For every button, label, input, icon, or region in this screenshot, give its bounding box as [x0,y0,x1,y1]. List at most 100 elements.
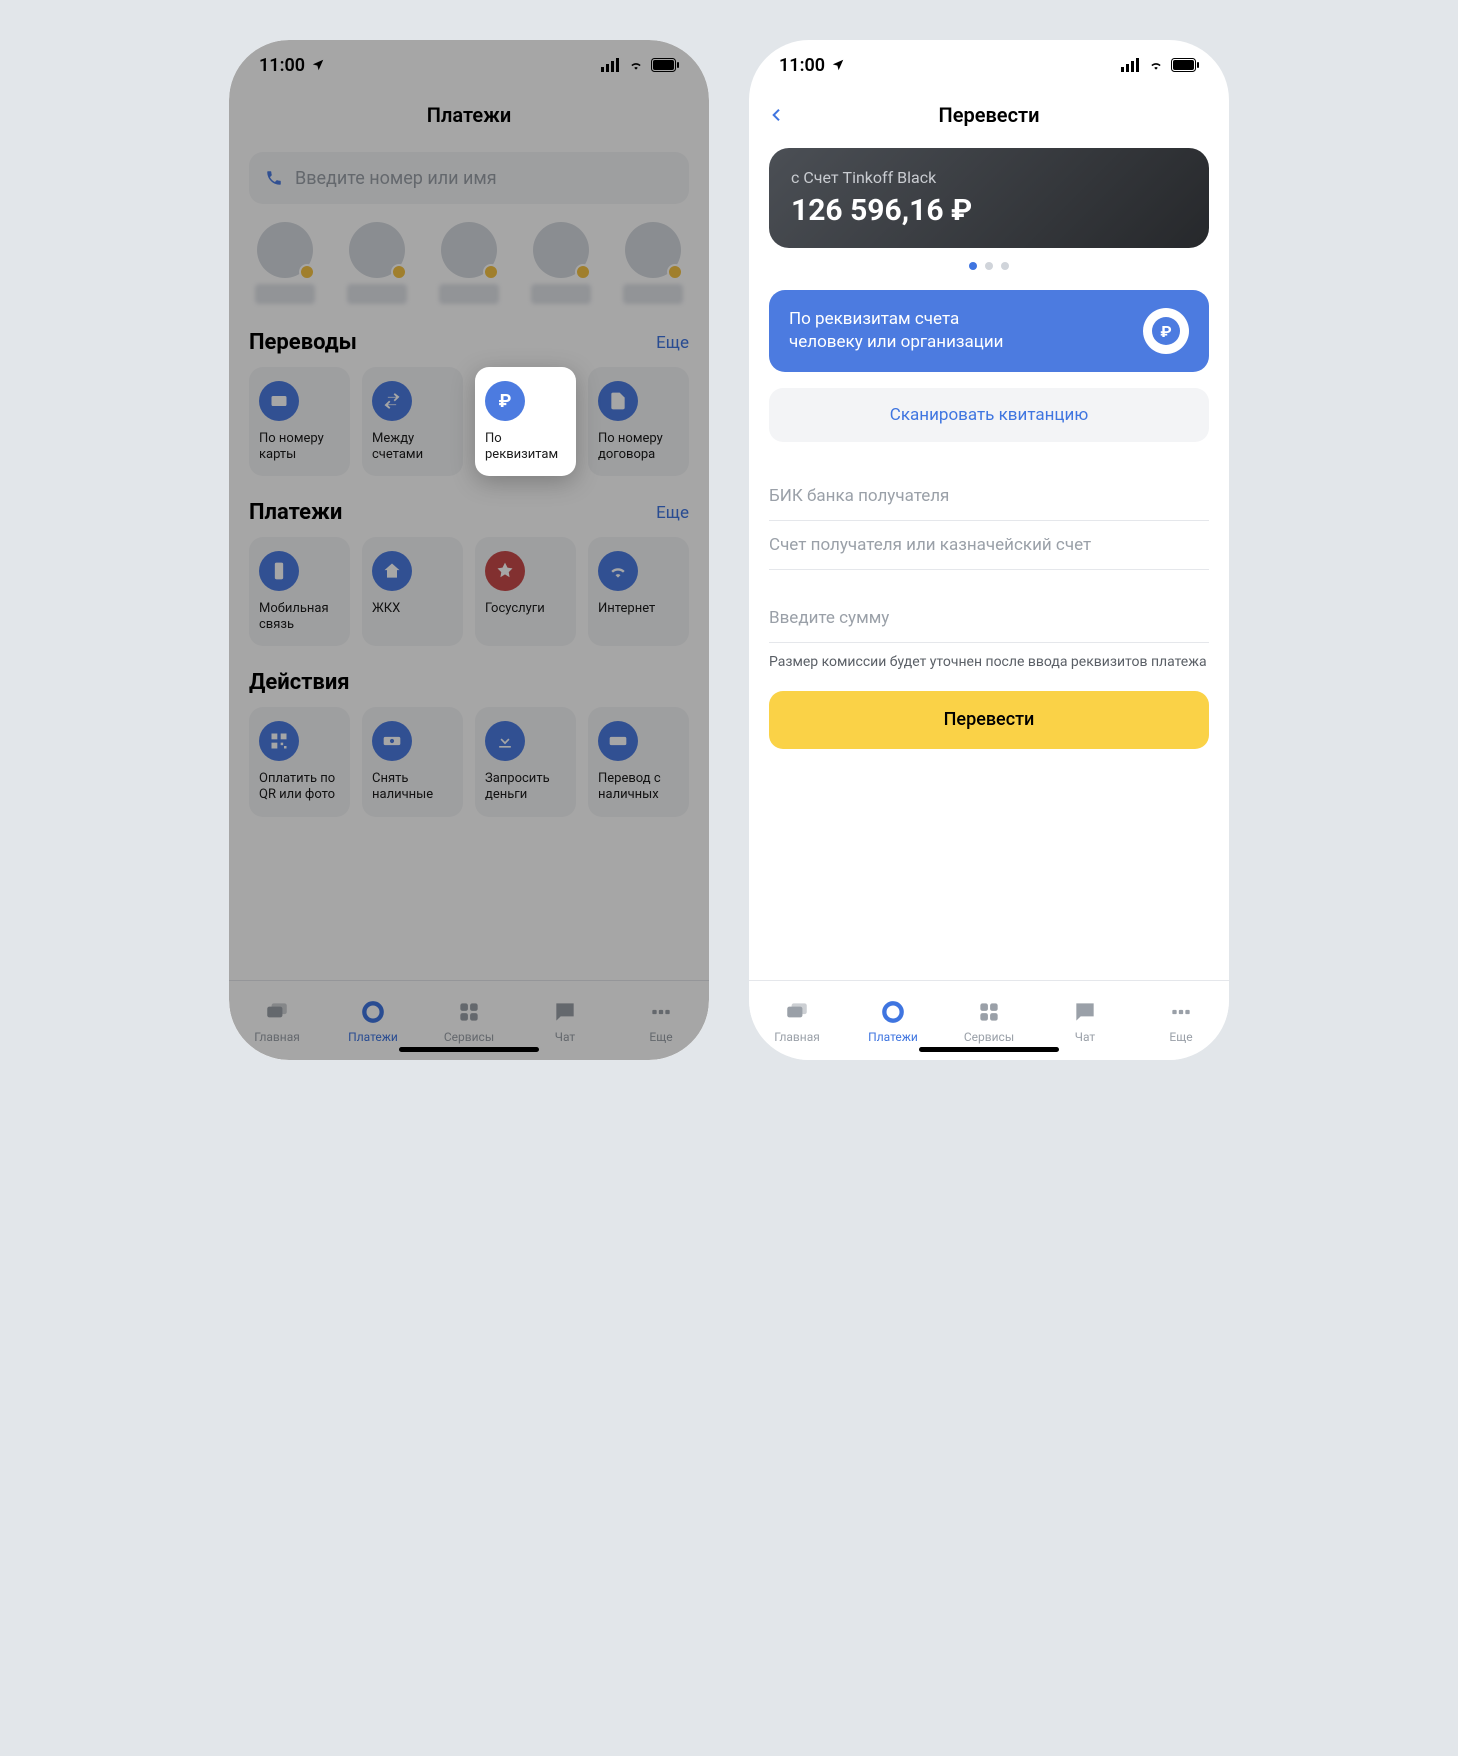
cards-icon [263,998,291,1026]
home-indicator [399,1047,539,1052]
more-link[interactable]: Еще [656,503,689,523]
contact-item[interactable] [617,222,689,304]
search-input[interactable]: Введите номер или имя [249,152,689,204]
back-button[interactable] [769,103,785,127]
status-time: 11:00 [779,55,825,76]
mobile-icon [259,551,299,591]
avatar [349,222,405,278]
tile-label: Между счетами [372,431,453,462]
more-icon [1167,998,1195,1026]
tab-label: Сервисы [444,1030,494,1044]
phone-transfer-screen: 11:00 Перевести с Счет Tinkoff Black [749,40,1229,1060]
tile-label: Госуслуги [485,601,566,617]
contact-name-blur [255,284,315,304]
account-balance: 126 596,16 ₽ [791,193,1187,228]
tab-home[interactable]: Главная [229,981,325,1060]
tab-label: Главная [774,1030,820,1044]
wifi-icon [1147,58,1165,72]
page-title: Перевести [939,103,1040,127]
contact-item[interactable] [433,222,505,304]
tab-label: Еще [1169,1030,1192,1044]
wifi-icon [627,58,645,72]
tile-label: По номеру карты [259,431,340,462]
contact-item[interactable] [249,222,321,304]
home-icon [372,551,412,591]
status-bar: 11:00 [229,40,709,90]
tile-between-accounts[interactable]: Между счетами [362,367,463,476]
scan-label: Сканировать квитанцию [890,405,1088,425]
tile-mobile[interactable]: Мобильная связь [249,537,350,646]
contact-name-blur [439,284,499,304]
contact-item[interactable] [341,222,413,304]
requisites-banner[interactable]: По реквизитам счета человеку или организ… [769,290,1209,372]
contact-name-blur [347,284,407,304]
document-icon [598,381,638,421]
cards-icon [783,998,811,1026]
avatar [441,222,497,278]
tab-label: Платежи [348,1030,398,1044]
ruble-coin-icon: ₽ [1143,308,1189,354]
tile-label: По реквизитам [485,431,566,462]
card-icon [259,381,299,421]
scan-receipt-button[interactable]: Сканировать квитанцию [769,388,1209,442]
avatar [625,222,681,278]
contacts-row [249,222,689,304]
search-placeholder: Введите номер или имя [295,168,497,189]
status-time: 11:00 [259,55,305,76]
grid-icon [455,998,483,1026]
phone-icon [265,169,283,187]
field-bik[interactable] [769,472,1209,521]
tile-request-money[interactable]: Запросить деньги [475,707,576,816]
tile-label: Запросить деньги [485,771,566,802]
account-pager-dots [769,262,1209,270]
tile-label: ЖКХ [372,601,453,617]
page-title: Платежи [427,103,511,127]
cellular-icon [601,58,621,72]
tile-label: Снять наличные [372,771,453,802]
tab-more[interactable]: Еще [1133,981,1229,1060]
field-amount[interactable] [769,594,1209,643]
requisites-line: человеку или организации [789,331,1003,354]
contact-item[interactable] [525,222,597,304]
tile-by-requisites[interactable]: ₽ По реквизитам [475,367,576,476]
tile-label: Интернет [598,601,679,617]
chat-icon [551,998,579,1026]
tab-label: Чат [1075,1030,1095,1044]
cellular-icon [1121,58,1141,72]
location-icon [831,58,845,72]
avatar [257,222,313,278]
tile-label: Оплатить по QR или фото [259,771,340,802]
tile-label: Перевод с наличных [598,771,679,802]
section-header-actions: Действия [249,670,689,695]
download-icon [485,721,525,761]
tile-zhkh[interactable]: ЖКХ [362,537,463,646]
contact-name-blur [623,284,683,304]
cash-icon [598,721,638,761]
tile-by-contract[interactable]: По номеру договора [588,367,689,476]
tile-withdraw-cash[interactable]: Снять наличные [362,707,463,816]
tile-by-card[interactable]: По номеру карты [249,367,350,476]
section-title: Платежи [249,500,342,525]
more-link[interactable]: Еще [656,333,689,353]
tile-internet[interactable]: Интернет [588,537,689,646]
circle-icon [359,998,387,1026]
tab-label: Сервисы [964,1030,1014,1044]
home-indicator [919,1047,1059,1052]
field-recipient-account[interactable] [769,521,1209,570]
pager-dot [969,262,977,270]
requisites-line: По реквизитам счета [789,308,1003,331]
tab-label: Главная [254,1030,300,1044]
battery-icon [651,58,679,72]
tab-home[interactable]: Главная [749,981,845,1060]
tab-more[interactable]: Еще [613,981,709,1060]
more-icon [647,998,675,1026]
ruble-icon: ₽ [485,381,525,421]
section-title: Переводы [249,330,357,355]
tile-gosuslugi[interactable]: Госуслуги [475,537,576,646]
tile-qr-pay[interactable]: Оплатить по QR или фото [249,707,350,816]
submit-transfer-button[interactable]: Перевести [769,691,1209,749]
grid-icon [975,998,1003,1026]
source-account-card[interactable]: с Счет Tinkoff Black 126 596,16 ₽ [769,148,1209,248]
tile-cash-transfer[interactable]: Перевод с наличных [588,707,689,816]
page-title-row: Перевести [749,90,1229,140]
